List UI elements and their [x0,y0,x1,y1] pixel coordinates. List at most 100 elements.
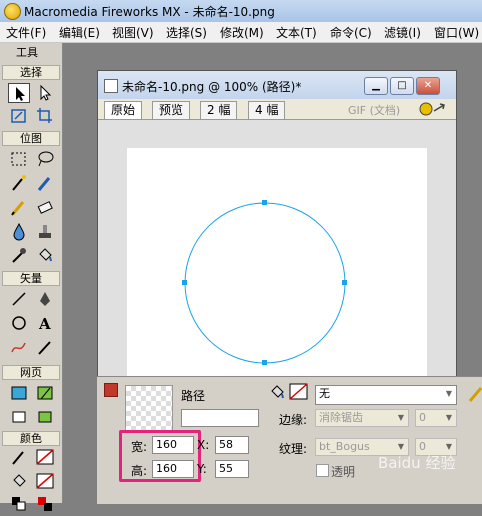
menu-view[interactable]: 视图(V) [112,24,154,41]
section-vector: 矢量 [2,271,60,286]
eraser-tool-icon[interactable] [34,197,56,217]
section-select: 选择 [2,65,60,80]
subselect-tool-icon[interactable] [34,83,56,103]
height-label: 高: [131,464,148,478]
anchor-point-top[interactable] [262,200,267,205]
tools-panel-title: 工具 [0,43,62,59]
height-field[interactable]: 160 [152,460,194,478]
knife-tool-icon[interactable] [34,337,56,357]
anchor-point-bottom[interactable] [262,360,267,365]
menu-modify[interactable]: 修改(M) [220,24,264,41]
hotspot-tool-icon[interactable] [8,383,30,403]
stroke-swatch-none-icon[interactable] [34,447,56,467]
tab-preview[interactable]: 预览 [152,101,191,119]
close-button[interactable]: ✕ [416,77,440,95]
freeform-tool-icon[interactable] [8,337,30,357]
scale-tool-icon[interactable] [8,106,30,126]
hide-slices-icon[interactable] [8,407,30,427]
x-label: X: [197,438,210,452]
texture-label: 纹理: [279,442,308,456]
show-slices-icon[interactable] [34,407,56,427]
lasso-tool-icon[interactable] [34,149,56,169]
eyedropper-tool-icon[interactable] [8,245,30,265]
edge-value: 消除锯齿 [319,411,363,424]
window-title: Macromedia Fireworks MX - 未命名-10.png [24,5,275,19]
tab-original[interactable]: 原始 [104,101,143,119]
rubber-stamp-tool-icon[interactable] [34,221,56,241]
edge-select[interactable]: 消除锯齿 ▼ [315,409,409,427]
section-colors: 颜色 [2,431,60,446]
object-name-field[interactable] [181,409,259,427]
ellipse-tool-icon[interactable] [8,313,30,333]
text-tool-icon[interactable]: A [34,313,56,333]
title-bar: Macromedia Fireworks MX - 未命名-10.png [0,0,482,23]
tools-panel: 工具 选择 位图 矢量 A 网页 颜色 [0,43,63,511]
watermark: Baidu 经验 [378,454,456,472]
chevron-down-icon: ▼ [445,413,453,422]
menu-edit[interactable]: 编辑(E) [59,24,100,41]
fill-color-swatch-none[interactable] [289,383,309,401]
swap-colors-icon[interactable] [34,493,56,513]
menu-filters[interactable]: 滤镜(I) [384,24,421,41]
menu-file[interactable]: 文件(F) [6,24,46,41]
pen-tool-icon[interactable] [34,289,56,309]
marquee-tool-icon[interactable] [8,149,30,169]
document-title-bar: 未命名-10.png @ 100% (路径)* ▁ □ ✕ [98,71,456,99]
x-field[interactable]: 58 [215,436,249,454]
y-label: Y: [197,462,207,476]
document-tabs: 原始 预览 2 幅 4 幅 GIF (文档) [98,99,456,120]
tab-4up[interactable]: 4 幅 [248,101,286,119]
stroke-color-icon[interactable] [8,447,30,467]
edge-label: 边缘: [279,413,308,427]
document-icon [104,79,118,93]
width-label: 宽: [131,440,148,454]
collapse-panel-button[interactable] [104,383,118,397]
blur-tool-icon[interactable] [8,221,30,241]
section-bitmap: 位图 [2,131,60,146]
fill-color-icon[interactable] [8,471,30,491]
width-field[interactable]: 160 [152,436,194,454]
transparent-label: 透明 [331,465,356,479]
document-title: 未命名-10.png @ 100% (路径)* [122,80,302,94]
section-web: 网页 [2,365,60,380]
brush-tool-icon[interactable] [34,173,56,193]
fill-bucket-icon [271,385,284,399]
default-colors-icon[interactable] [8,493,30,513]
fireworks-app-icon [4,3,21,20]
paint-bucket-tool-icon[interactable] [34,245,56,265]
crop-tool-icon[interactable] [34,106,56,126]
object-type-label: 路径 [181,389,206,403]
anchor-point-right[interactable] [342,280,347,285]
tools-title-label: 工具 [16,46,38,59]
magic-wand-tool-icon[interactable] [8,173,30,193]
slice-tool-icon[interactable] [34,383,56,403]
chevron-down-icon: ▼ [397,413,405,422]
menu-bar: 文件(F) 编辑(E) 视图(V) 选择(S) 修改(M) 文本(T) 命令(C… [0,22,482,43]
menu-window[interactable]: 窗口(W) [434,24,479,41]
object-thumbnail [125,385,173,433]
maximize-button[interactable]: □ [390,77,414,95]
pointer-tool-icon[interactable] [8,83,30,103]
minimize-button[interactable]: ▁ [364,77,388,95]
chevron-down-icon: ▼ [445,389,453,398]
tab-2up[interactable]: 2 幅 [200,101,238,119]
edge-amount-value: 0 [419,411,426,424]
fill-swatch-none-icon[interactable] [34,471,56,491]
quick-export-icon[interactable] [418,101,448,117]
fill-type-value: 无 [319,387,330,400]
transparent-checkbox[interactable] [316,464,329,477]
fill-type-select[interactable]: 无 ▼ [315,385,457,405]
property-inspector: 路径 宽: 160 高: 160 X: 58 Y: 55 无 ▼ 边缘: 消除锯齿… [97,376,482,504]
menu-commands[interactable]: 命令(C) [330,24,372,41]
anchor-point-left[interactable] [182,280,187,285]
pencil-tool-icon[interactable] [8,197,30,217]
line-tool-icon[interactable] [8,289,30,309]
stroke-pencil-icon [468,387,482,402]
menu-text[interactable]: 文本(T) [276,24,317,41]
texture-value: bt_Bogus [319,440,370,453]
svg-text:A: A [38,315,51,333]
y-field[interactable]: 55 [215,460,249,478]
edge-amount-field[interactable]: 0 ▼ [415,409,457,427]
export-format-label: GIF (文档) [348,104,401,117]
menu-select[interactable]: 选择(S) [166,24,207,41]
